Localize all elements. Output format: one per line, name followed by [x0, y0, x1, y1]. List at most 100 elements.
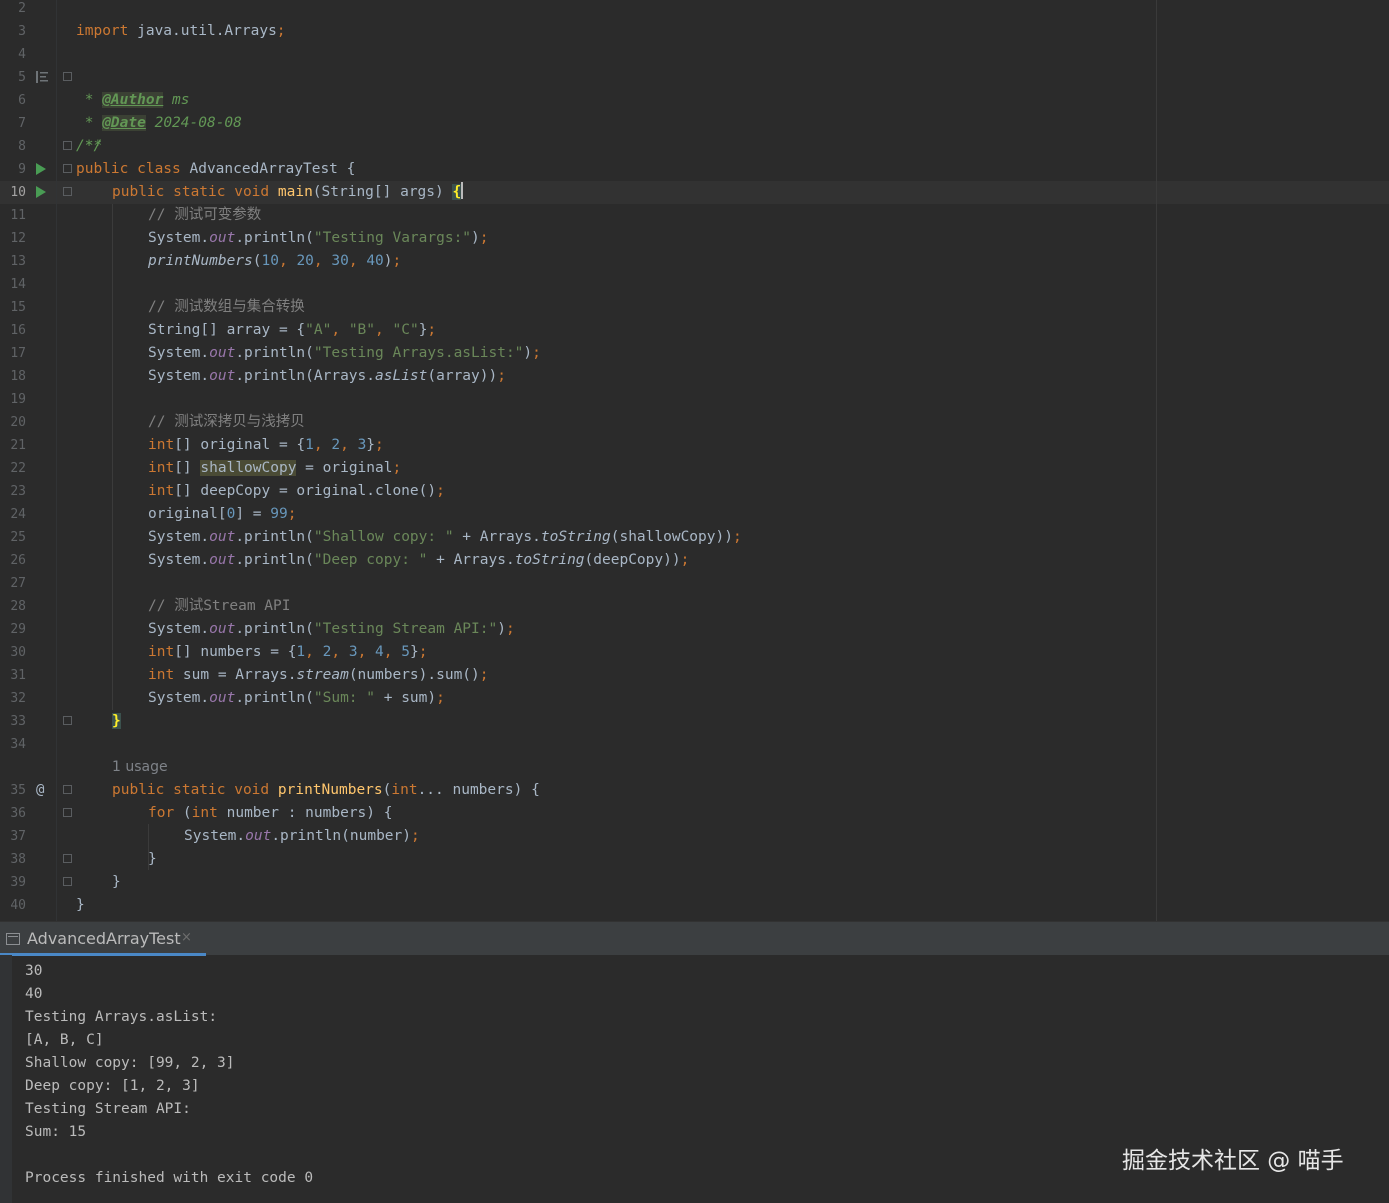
code-token: System. [148, 529, 210, 545]
code-token: .println( [235, 621, 314, 637]
run-main-icon[interactable] [36, 186, 46, 198]
code-token: stream [296, 667, 349, 683]
console-output-line: Deep copy: [1, 2, 3] [25, 1078, 200, 1094]
code-token: ... numbers) { [417, 782, 540, 798]
code-line: 12 System.out.println("Testing Varargs:")… [0, 227, 1389, 250]
code-line: 27 [0, 572, 1389, 595]
code-token: System. [148, 621, 210, 637]
code-token: 99 [270, 506, 288, 522]
line-number: 39 [10, 875, 26, 890]
code-token: ; [479, 230, 489, 246]
code-token: "Sum: " [313, 690, 375, 706]
code-token: public static void [112, 184, 270, 200]
code-token: out [209, 552, 236, 568]
close-icon[interactable]: × [181, 930, 192, 945]
tab-advanced-array-test[interactable]: AdvancedArrayTest × [0, 922, 206, 956]
code-editor[interactable]: 2 3 import java.util.Arrays; 4 5 /** 6 * … [0, 0, 1389, 921]
code-token: int [191, 805, 218, 821]
line-number: 16 [10, 323, 26, 338]
code-token: import [76, 23, 129, 39]
console-output-line: 30 [25, 963, 43, 979]
code-token: // 测试深拷贝与浅拷贝 [148, 414, 305, 430]
code-token: int [148, 667, 175, 683]
code-token: @Date [102, 115, 146, 131]
console-gutter [0, 955, 12, 1203]
code-token: System. [148, 690, 210, 706]
code-token: + Arrays. [427, 552, 515, 568]
code-token: out [209, 345, 236, 361]
code-line: 33} [0, 710, 1389, 733]
code-line: 32 System.out.println("Sum: " + sum); [0, 687, 1389, 710]
line-number: 37 [10, 829, 26, 844]
code-line: 26 System.out.println("Deep copy: " + Arr… [0, 549, 1389, 572]
line-number: 33 [10, 714, 26, 729]
render-doc-icon[interactable] [36, 70, 48, 84]
code-line: 14 [0, 273, 1389, 296]
code-token: 2024-08-08 [145, 115, 242, 131]
code-token: } [366, 437, 376, 453]
fold-icon[interactable] [63, 785, 72, 794]
code-line: 30 int[] numbers = {1, 2, 3, 4, 5}; [0, 641, 1389, 664]
code-token: "C" [392, 322, 419, 338]
code-token: // 测试数组与集合转换 [148, 299, 305, 315]
console-output-line: Testing Arrays.asList: [25, 1009, 218, 1025]
code-line: 16 String[] array = {"A", "B", "C"}; [0, 319, 1389, 342]
code-token: 5 [401, 644, 410, 660]
line-number: 10 [10, 185, 26, 200]
fold-icon[interactable] [63, 877, 72, 886]
fold-icon[interactable] [63, 808, 72, 817]
code-line: 11 // 测试可变参数 [0, 204, 1389, 227]
code-token: (String[] args) [312, 184, 453, 200]
code-token: int [148, 644, 175, 660]
code-token: [] original = { [174, 437, 306, 453]
code-token: 40 [366, 253, 384, 269]
override-at-icon[interactable]: @ [36, 779, 44, 802]
run-class-icon[interactable] [36, 163, 46, 175]
code-token: = original [296, 460, 393, 476]
fold-icon[interactable] [63, 716, 72, 725]
usage-hint[interactable]: 1 usage [112, 756, 168, 779]
fold-icon[interactable] [63, 187, 72, 196]
code-token: , [375, 322, 393, 338]
code-token: asList [375, 368, 428, 384]
code-token: , [313, 437, 332, 453]
code-line: 9 public class AdvancedArrayTest { [0, 158, 1389, 181]
code-token: 20 [296, 253, 314, 269]
code-token: (numbers).sum() [348, 667, 480, 683]
matched-brace: } [112, 713, 121, 729]
line-number: 26 [10, 553, 26, 568]
code-token: ; [732, 529, 742, 545]
code-line: 22 int[] shallowCopy = original; [0, 457, 1389, 480]
fold-icon[interactable] [63, 854, 72, 863]
code-token: int [148, 437, 175, 453]
line-number: 19 [10, 392, 26, 407]
code-token: * [76, 115, 103, 131]
code-line: 36 for (int number : numbers) { [0, 802, 1389, 825]
code-token: main [277, 184, 313, 200]
code-token: original[ [148, 506, 227, 522]
code-token: .println( [235, 230, 314, 246]
code-line: 13 printNumbers(10, 20, 30, 40); [0, 250, 1389, 273]
console-output-line: Testing Stream API: [25, 1101, 191, 1117]
code-line: 25 System.out.println("Shallow copy: " + … [0, 526, 1389, 549]
code-line: 29 System.out.println("Testing Stream API… [0, 618, 1389, 641]
code-token: , [305, 644, 323, 660]
code-token: int [391, 782, 418, 798]
code-token: 2 [331, 437, 341, 453]
fold-icon[interactable] [63, 141, 72, 150]
code-token: 30 [331, 253, 349, 269]
code-token: .println(number) [271, 828, 411, 844]
code-token: out [209, 230, 236, 246]
code-token: + Arrays. [453, 529, 541, 545]
code-line: 24 original[0] = 99; [0, 503, 1389, 526]
code-token: , [348, 253, 367, 269]
code-token: System. [148, 368, 210, 384]
tab-label: AdvancedArrayTest [27, 929, 181, 948]
code-token: ; [392, 460, 402, 476]
code-token: ) [471, 230, 480, 246]
code-token: System. [148, 345, 210, 361]
code-token: "Testing Stream API:" [313, 621, 498, 637]
fold-icon[interactable] [63, 164, 72, 173]
fold-icon[interactable] [63, 72, 72, 81]
